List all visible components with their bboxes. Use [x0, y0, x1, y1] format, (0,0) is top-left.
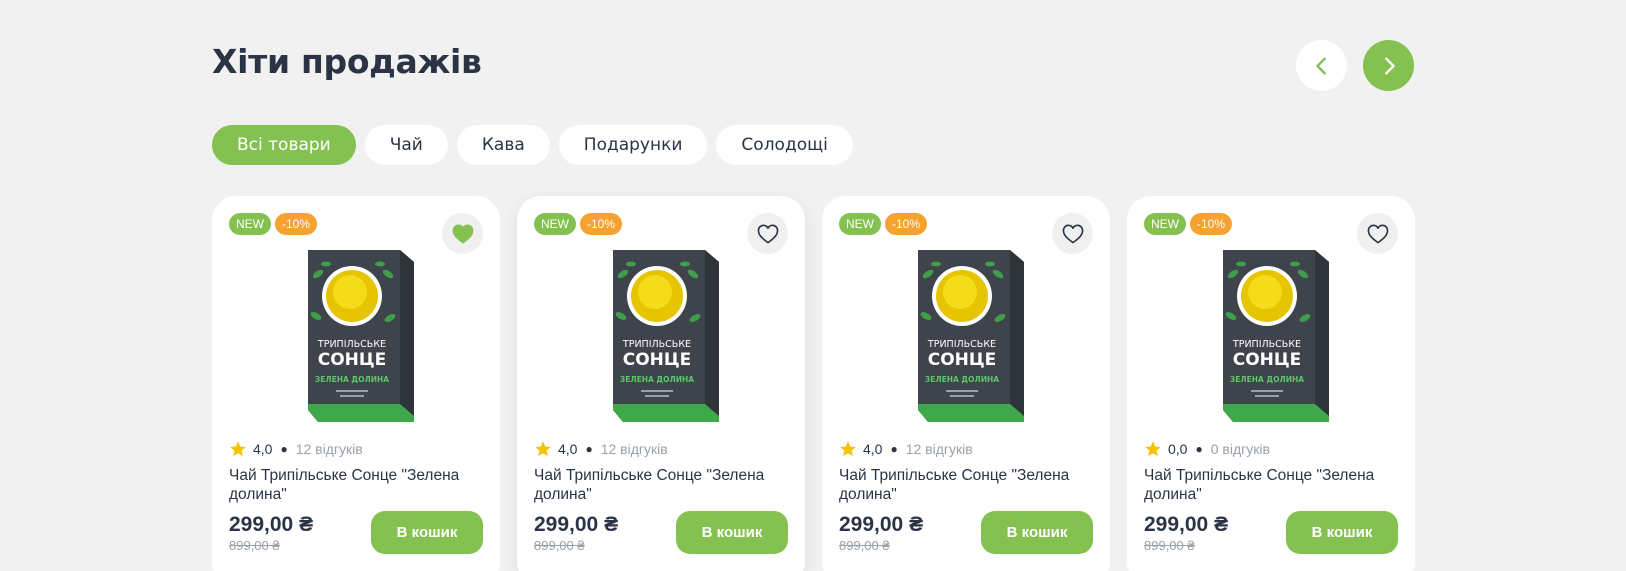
product-card[interactable]: NEW -10% ТРИПІЛЬСЬКЕ СОНЦЕ ЗЕЛЕНА ДОЛИНА… [822, 196, 1110, 571]
product-image[interactable]: ТРИПІЛЬСЬКЕ СОНЦЕ ЗЕЛЕНА ДОЛИНА [296, 244, 418, 426]
section-title: Хіти продажів [212, 42, 482, 81]
separator-dot: ● [280, 442, 288, 456]
heart-icon [452, 224, 473, 243]
package-text-3: ЗЕЛЕНА ДОЛИНА [620, 375, 694, 384]
new-badge: NEW [839, 213, 881, 235]
heart-icon [757, 224, 778, 243]
reviews-link[interactable]: 12 відгуків [296, 441, 363, 457]
discount-badge: -10% [1190, 213, 1233, 235]
add-to-cart-button[interactable]: В кошик [981, 511, 1093, 554]
product-card[interactable]: NEW -10% ТРИПІЛЬСЬКЕ СОНЦЕ ЗЕЛЕНА ДОЛИНА… [1127, 196, 1415, 571]
separator-dot: ● [1195, 442, 1203, 456]
badges: NEW -10% [839, 213, 928, 235]
discount-badge: -10% [580, 213, 623, 235]
package-text-2: СОНЦЕ [318, 350, 387, 370]
new-badge: NEW [1144, 213, 1186, 235]
discount-badge: -10% [885, 213, 928, 235]
reviews-link[interactable]: 0 відгуків [1211, 441, 1270, 457]
filter-gifts[interactable]: Подарунки [558, 125, 708, 165]
rating-value: 4,0 [863, 441, 883, 457]
rating-value: 4,0 [253, 441, 273, 457]
badges: NEW -10% [534, 213, 623, 235]
favorite-button[interactable] [1357, 213, 1398, 254]
favorite-button[interactable] [1052, 213, 1093, 254]
old-price: 899,00 ₴ [229, 538, 280, 553]
filter-sweets[interactable]: Солодощі [716, 125, 853, 165]
price: 299,00 ₴ [229, 513, 314, 536]
product-image[interactable]: ТРИПІЛЬСЬКЕ СОНЦЕ ЗЕЛЕНА ДОЛИНА [601, 244, 723, 426]
rating: 4,0 ● 12 відгуків [229, 440, 363, 458]
carousel-next-button[interactable] [1363, 40, 1414, 91]
rating: 0,0 ● 0 відгуків [1144, 440, 1270, 458]
product-name[interactable]: Чай Трипільське Сонце "Зелена долина" [839, 466, 1089, 504]
package-text-3: ЗЕЛЕНА ДОЛИНА [315, 375, 389, 384]
rating: 4,0 ● 12 відгуків [534, 440, 668, 458]
category-filters: Всі товари Чай Кава Подарунки Солодощі [212, 125, 853, 165]
package-text-3: ЗЕЛЕНА ДОЛИНА [1230, 375, 1304, 384]
package-text-1: ТРИПІЛЬСЬКЕ [927, 339, 996, 350]
discount-badge: -10% [275, 213, 318, 235]
add-to-cart-button[interactable]: В кошик [676, 511, 788, 554]
chevron-left-icon [1315, 56, 1326, 75]
filter-all[interactable]: Всі товари [212, 125, 356, 165]
separator-dot: ● [890, 442, 898, 456]
rating-value: 0,0 [1168, 441, 1188, 457]
carousel-prev-button[interactable] [1296, 40, 1347, 91]
old-price: 899,00 ₴ [1144, 538, 1195, 553]
favorite-button[interactable] [747, 213, 788, 254]
package-text-2: СОНЦЕ [623, 350, 692, 370]
star-icon [1145, 441, 1161, 457]
product-name[interactable]: Чай Трипільське Сонце "Зелена долина" [534, 466, 784, 504]
rating: 4,0 ● 12 відгуків [839, 440, 973, 458]
chevron-right-icon [1384, 56, 1395, 75]
package-text-1: ТРИПІЛЬСЬКЕ [317, 339, 386, 350]
rating-value: 4,0 [558, 441, 578, 457]
favorite-button[interactable] [442, 213, 483, 254]
product-name[interactable]: Чай Трипільське Сонце "Зелена долина" [1144, 466, 1394, 504]
old-price: 899,00 ₴ [534, 538, 585, 553]
package-text-2: СОНЦЕ [928, 350, 997, 370]
old-price: 899,00 ₴ [839, 538, 890, 553]
product-name[interactable]: Чай Трипільське Сонце "Зелена долина" [229, 466, 479, 504]
package-text-2: СОНЦЕ [1233, 350, 1302, 370]
new-badge: NEW [229, 213, 271, 235]
add-to-cart-button[interactable]: В кошик [1286, 511, 1398, 554]
package-text-1: ТРИПІЛЬСЬКЕ [1232, 339, 1301, 350]
filter-coffee[interactable]: Кава [456, 125, 550, 165]
heart-icon [1367, 224, 1388, 243]
star-icon [230, 441, 246, 457]
price: 299,00 ₴ [534, 513, 619, 536]
product-image[interactable]: ТРИПІЛЬСЬКЕ СОНЦЕ ЗЕЛЕНА ДОЛИНА [1211, 244, 1333, 426]
star-icon [535, 441, 551, 457]
filter-tea[interactable]: Чай [364, 125, 448, 165]
price: 299,00 ₴ [839, 513, 924, 536]
price: 299,00 ₴ [1144, 513, 1229, 536]
package-text-3: ЗЕЛЕНА ДОЛИНА [925, 375, 999, 384]
product-image[interactable]: ТРИПІЛЬСЬКЕ СОНЦЕ ЗЕЛЕНА ДОЛИНА [906, 244, 1028, 426]
badges: NEW -10% [229, 213, 318, 235]
product-card[interactable]: NEW -10% ТРИПІЛЬСЬКЕ СОНЦЕ ЗЕЛЕНА ДОЛИНА… [517, 196, 805, 571]
add-to-cart-button[interactable]: В кошик [371, 511, 483, 554]
heart-icon [1062, 224, 1083, 243]
separator-dot: ● [585, 442, 593, 456]
reviews-link[interactable]: 12 відгуків [601, 441, 668, 457]
star-icon [840, 441, 856, 457]
package-text-1: ТРИПІЛЬСЬКЕ [622, 339, 691, 350]
product-card[interactable]: NEW -10% ТРИПІЛЬСЬКЕ СОНЦЕ ЗЕЛЕНА ДОЛИНА… [212, 196, 500, 571]
badges: NEW -10% [1144, 213, 1233, 235]
new-badge: NEW [534, 213, 576, 235]
reviews-link[interactable]: 12 відгуків [906, 441, 973, 457]
product-list: NEW -10% ТРИПІЛЬСЬКЕ СОНЦЕ ЗЕЛЕНА ДОЛИНА… [212, 196, 1415, 571]
